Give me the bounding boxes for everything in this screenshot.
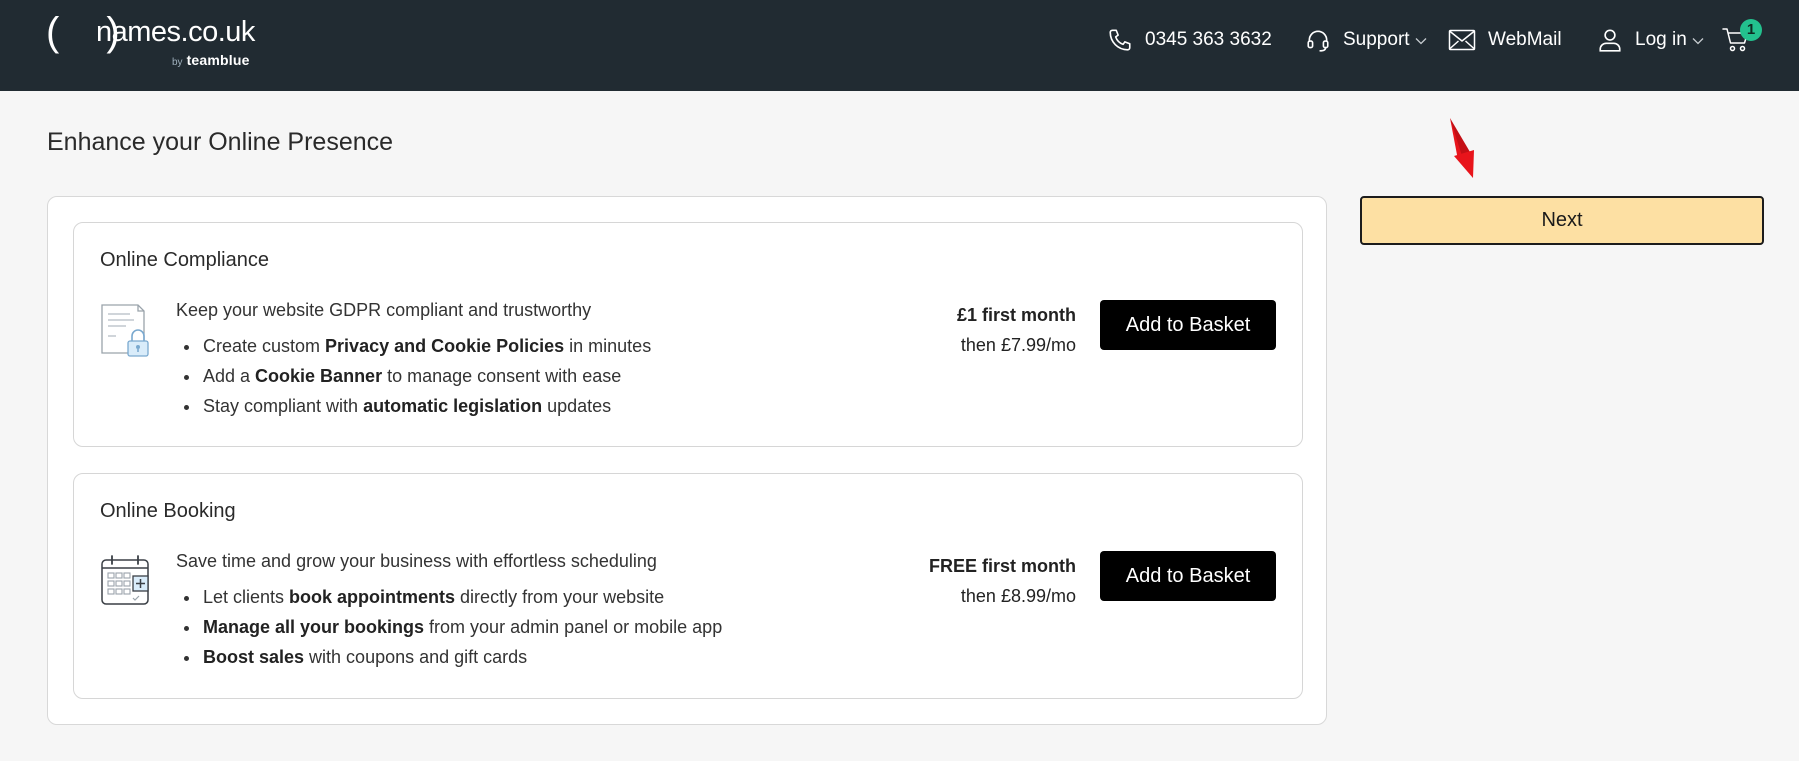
product-online-booking: Online Booking Save time and grow your b… bbox=[73, 473, 1303, 699]
feature-item: Manage all your bookings from your admin… bbox=[201, 612, 722, 642]
product-title: Online Booking bbox=[100, 500, 236, 522]
feature-list: Let clients book appointments directly f… bbox=[201, 582, 722, 672]
support-menu[interactable]: Support bbox=[1305, 0, 1427, 79]
next-button[interactable]: Next bbox=[1360, 196, 1764, 245]
cart-button[interactable]: 1 bbox=[1722, 0, 1762, 79]
feature-item: Stay compliant with automatic legislatio… bbox=[201, 391, 651, 421]
user-icon bbox=[1597, 27, 1623, 53]
chevron-down-icon bbox=[1415, 37, 1427, 45]
webmail-label: WebMail bbox=[1488, 28, 1562, 50]
price-then: then £8.99/mo bbox=[960, 586, 1076, 606]
price-block: £1 first month then £7.99/mo bbox=[957, 300, 1076, 360]
names-co-uk-logo[interactable]: ( ) names.co.uk by teamblue bbox=[46, 12, 286, 72]
envelope-icon bbox=[1448, 29, 1476, 51]
chevron-down-icon bbox=[1692, 37, 1704, 45]
headset-icon bbox=[1305, 27, 1331, 53]
feature-item: Create custom Privacy and Cookie Policie… bbox=[201, 331, 651, 361]
calendar-plus-icon bbox=[100, 554, 152, 610]
logo-byline: by teamblue bbox=[172, 52, 250, 71]
product-online-compliance: Online Compliance Keep your website GDPR… bbox=[73, 222, 1303, 447]
feature-list: Create custom Privacy and Cookie Policie… bbox=[201, 331, 651, 421]
webmail-link[interactable]: WebMail bbox=[1448, 0, 1562, 79]
cart-count-badge: 1 bbox=[1740, 19, 1762, 41]
price-first-month: £1 first month bbox=[956, 305, 1076, 325]
top-navigation-bar: ( ) names.co.uk by teamblue 0345 363 3632… bbox=[0, 0, 1799, 91]
upsell-card: Online Compliance Keep your website GDPR… bbox=[47, 196, 1327, 725]
phone-icon bbox=[1107, 27, 1133, 53]
price-block: FREE first month then £8.99/mo bbox=[929, 551, 1076, 611]
logo-by: by bbox=[172, 57, 183, 68]
page-title: Enhance your Online Presence bbox=[47, 128, 394, 156]
pointer-arrow-annotation bbox=[1440, 116, 1480, 184]
feature-item: Let clients book appointments directly f… bbox=[201, 582, 722, 612]
phone-link[interactable]: 0345 363 3632 bbox=[1107, 0, 1272, 79]
phone-number: 0345 363 3632 bbox=[1145, 28, 1272, 50]
product-title: Online Compliance bbox=[100, 249, 269, 271]
login-menu[interactable]: Log in bbox=[1597, 0, 1704, 79]
feature-item: Boost sales with coupons and gift cards bbox=[201, 642, 722, 672]
support-label: Support bbox=[1343, 28, 1410, 50]
add-to-basket-button[interactable]: Add to Basket bbox=[1100, 551, 1276, 601]
document-lock-icon bbox=[100, 303, 152, 359]
logo-domain: names.co.uk bbox=[96, 16, 255, 48]
logo-parent: teamblue bbox=[186, 52, 250, 68]
add-to-basket-button[interactable]: Add to Basket bbox=[1100, 300, 1276, 350]
price-then: then £7.99/mo bbox=[960, 335, 1076, 355]
price-first-month: FREE first month bbox=[929, 556, 1076, 576]
feature-item: Add a Cookie Banner to manage consent wi… bbox=[201, 361, 651, 391]
product-description: Keep your website GDPR compliant and tru… bbox=[176, 300, 592, 320]
login-label: Log in bbox=[1635, 28, 1687, 50]
product-description: Save time and grow your business with ef… bbox=[176, 551, 657, 571]
